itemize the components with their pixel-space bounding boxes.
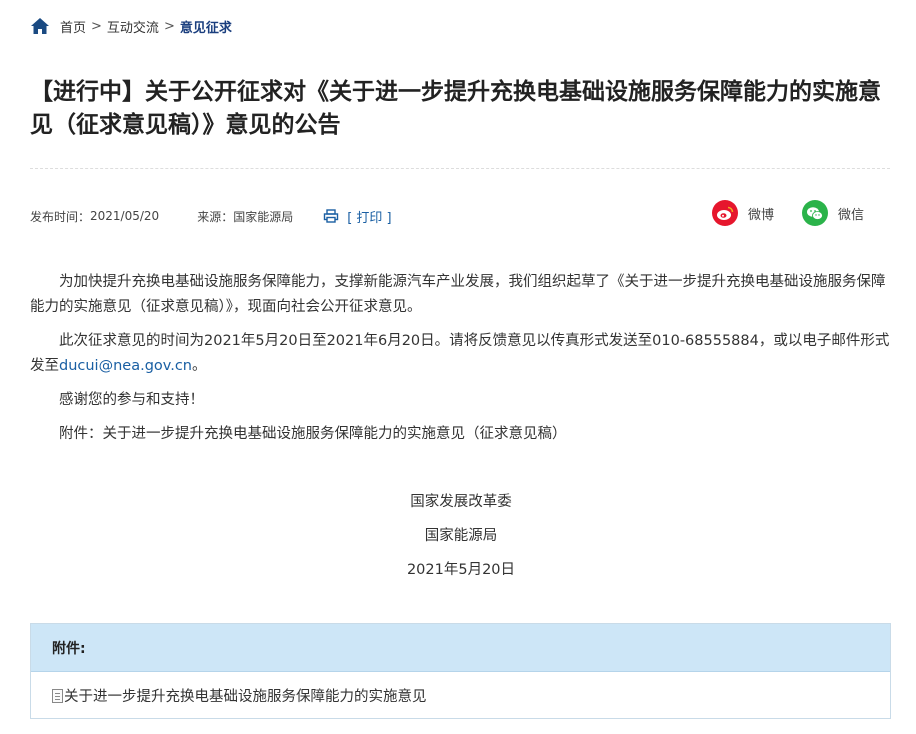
breadcrumb: 首页 > 互动交流 > 意见征求: [30, 14, 232, 38]
signature-org-ndrc: 国家发展改革委: [410, 494, 512, 510]
breadcrumb-separator: >: [163, 18, 175, 34]
document-icon: [52, 688, 63, 703]
home-icon[interactable]: [30, 17, 50, 35]
signature-org-nea: 国家能源局: [424, 528, 498, 544]
page-title: 【进行中】关于公开征求对《关于进一步提升充换电基础设施服务保障能力的实施意见（征…: [30, 79, 881, 138]
weibo-icon: [712, 200, 738, 226]
attachment-box: 附件: 关于进一步提升充换电基础设施服务保障能力的实施意见: [30, 623, 891, 719]
publish-date: 2021/05/20: [90, 209, 160, 223]
publish-label: 发布时间：: [30, 209, 91, 224]
printer-icon: [324, 209, 339, 223]
weibo-label: 微博: [748, 207, 775, 223]
attachment-header: 附件:: [31, 624, 890, 672]
signature-date: 2021年5月20日: [406, 562, 516, 578]
attachment-label: 关于进一步提升充换电基础设施服务保障能力的实施意见: [64, 689, 427, 705]
paragraph-thanks: 感谢您的参与和支持！: [59, 392, 204, 408]
breadcrumb-separator: >: [91, 18, 102, 34]
paragraph-intro: 为加快提升充换电基础设施服务保障能力，支撑新能源汽车产业发展，我们组织起草了《关…: [30, 274, 886, 315]
paragraph-attachment-note: 附件：关于进一步提升充换电基础设施服务保障能力的实施意见（征求意见稿）: [59, 426, 567, 442]
breadcrumb-home-link[interactable]: 首页: [60, 17, 86, 36]
share-wechat-button[interactable]: 微信: [802, 199, 864, 227]
email-link[interactable]: ducui@nea.gov.cn: [59, 358, 192, 374]
breadcrumb-section-link[interactable]: 互动交流: [107, 17, 159, 36]
source-value: 国家能源局: [233, 209, 294, 224]
article-body: 为加快提升充换电基础设施服务保障能力，支撑新能源汽车产业发展，我们组织起草了《关…: [30, 270, 892, 456]
print-button[interactable]: [ 打印 ]: [323, 207, 392, 226]
paragraph-period: 此次征求意见的时间为2021年5月20日至2021年6月20日。请将反馈意见以传…: [30, 329, 892, 379]
source-label: 来源：: [197, 209, 234, 224]
share-weibo-button[interactable]: 微博: [712, 199, 774, 227]
wechat-label: 微信: [838, 207, 865, 223]
signature-block: 国家发展改革委 国家能源局 2021年5月20日: [30, 490, 892, 592]
attachment-link[interactable]: 关于进一步提升充换电基础设施服务保障能力的实施意见: [31, 672, 890, 719]
wechat-icon: [802, 200, 828, 226]
print-label: [ 打印 ]: [347, 210, 392, 226]
breadcrumb-current[interactable]: 意见征求: [180, 17, 232, 36]
title-divider: [30, 168, 890, 169]
period-end: 。: [192, 358, 207, 374]
article-meta: 发布时间： 2021/05/20 来源： 国家能源局 [ 打印 ]: [30, 204, 392, 228]
